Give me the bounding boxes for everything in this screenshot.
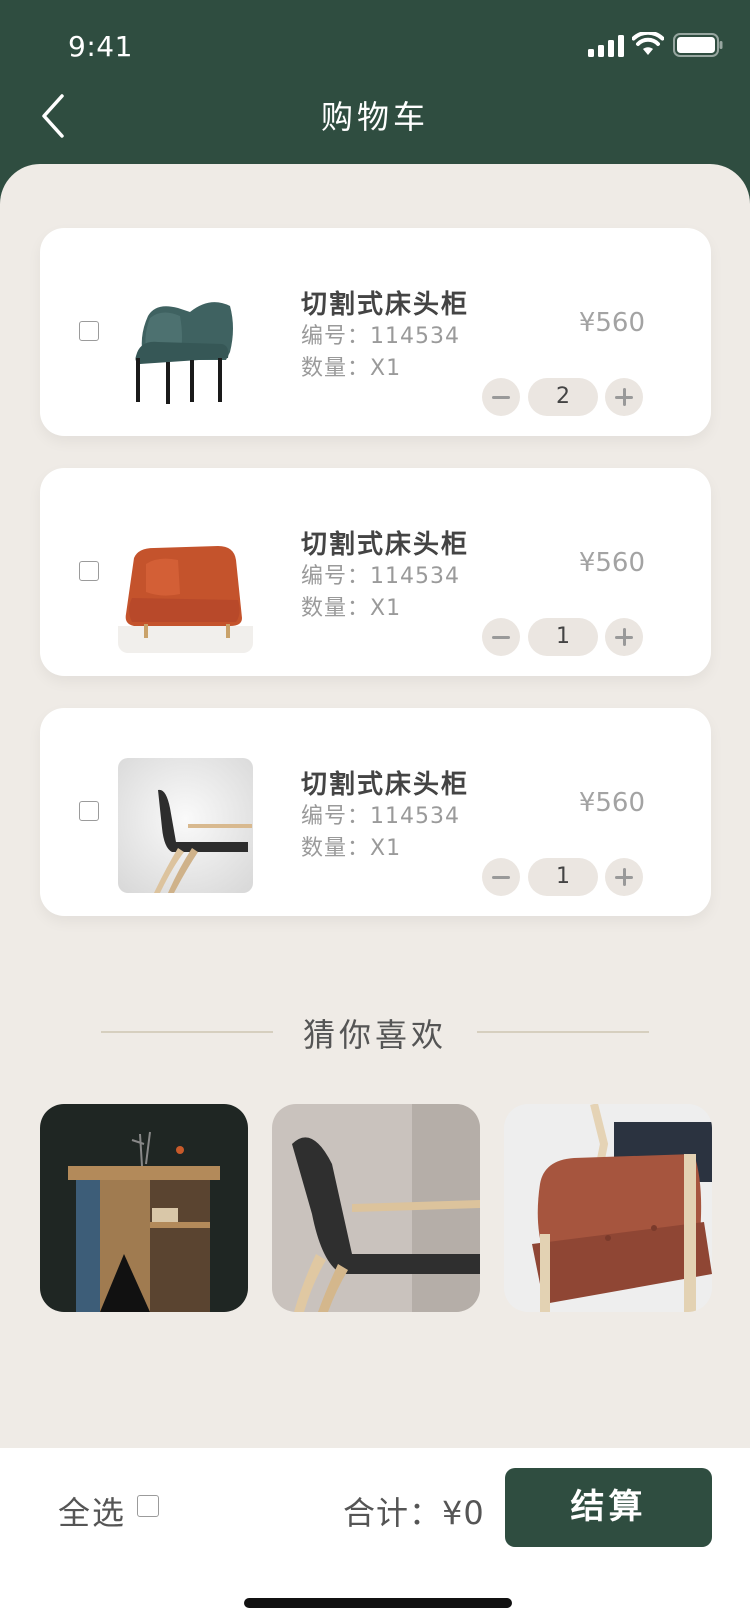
product-quantity-label: 数量：X1 <box>301 596 402 621</box>
minus-icon[interactable] <box>482 378 520 416</box>
item-checkbox[interactable] <box>79 801 99 821</box>
recommend-item-bentwood-chair-closeup[interactable] <box>272 1104 480 1312</box>
product-name: 切割式床头柜 <box>301 530 470 560</box>
status-time: 9:41 <box>68 30 133 63</box>
quantity-value[interactable]: 1 <box>528 858 598 896</box>
plus-icon[interactable] <box>605 858 643 896</box>
product-quantity-label: 数量：X1 <box>301 356 402 381</box>
cellular-signal-icon <box>588 35 624 57</box>
item-checkbox[interactable] <box>79 561 99 581</box>
cart-item: 切割式床头柜 编号：114534 数量：X1 ¥560 1 <box>40 708 711 916</box>
product-name: 切割式床头柜 <box>301 770 470 800</box>
select-all-checkbox[interactable] <box>137 1495 159 1517</box>
product-image-orange-armchair <box>118 518 253 653</box>
item-checkbox[interactable] <box>79 321 99 341</box>
quantity-value[interactable]: 2 <box>528 378 598 416</box>
home-indicator[interactable] <box>244 1598 512 1608</box>
cart-item: 切割式床头柜 编号：114534 数量：X1 ¥560 2 <box>40 228 711 436</box>
battery-icon <box>673 33 723 57</box>
select-all-label[interactable]: 全选 <box>58 1488 126 1534</box>
plus-icon[interactable] <box>605 618 643 656</box>
page-title: 购物车 <box>320 98 429 136</box>
product-code: 编号：114534 <box>301 324 460 349</box>
product-code: 编号：114534 <box>301 564 460 589</box>
recommend-title: 猜你喜欢 <box>302 1016 447 1054</box>
product-quantity-label: 数量：X1 <box>301 836 402 861</box>
quantity-stepper: 1 <box>482 618 648 660</box>
minus-icon[interactable] <box>482 618 520 656</box>
product-code: 编号：114534 <box>301 804 460 829</box>
checkout-button[interactable]: 结算 <box>505 1468 712 1547</box>
nav-header: 购物车 <box>0 82 750 152</box>
product-price: ¥560 <box>578 548 645 578</box>
quantity-value[interactable]: 1 <box>528 618 598 656</box>
plus-icon[interactable] <box>605 378 643 416</box>
product-image-bentwood-chair <box>118 758 253 893</box>
cart-item: 切割式床头柜 编号：114534 数量：X1 ¥560 1 <box>40 468 711 676</box>
minus-icon[interactable] <box>482 858 520 896</box>
recommend-item-rust-fabric-armchair[interactable] <box>504 1104 712 1312</box>
quantity-stepper: 1 <box>482 858 648 900</box>
product-image-teal-armchair <box>118 278 253 413</box>
recommend-item-wooden-side-table[interactable] <box>40 1104 248 1312</box>
total-amount: 合计：¥0 <box>343 1494 485 1532</box>
quantity-stepper: 2 <box>482 378 648 420</box>
wifi-icon <box>632 32 664 55</box>
product-name: 切割式床头柜 <box>301 290 470 320</box>
product-price: ¥560 <box>578 788 645 818</box>
product-price: ¥560 <box>578 308 645 338</box>
divider-line <box>477 1031 649 1033</box>
status-bar: 9:41 <box>0 0 750 90</box>
